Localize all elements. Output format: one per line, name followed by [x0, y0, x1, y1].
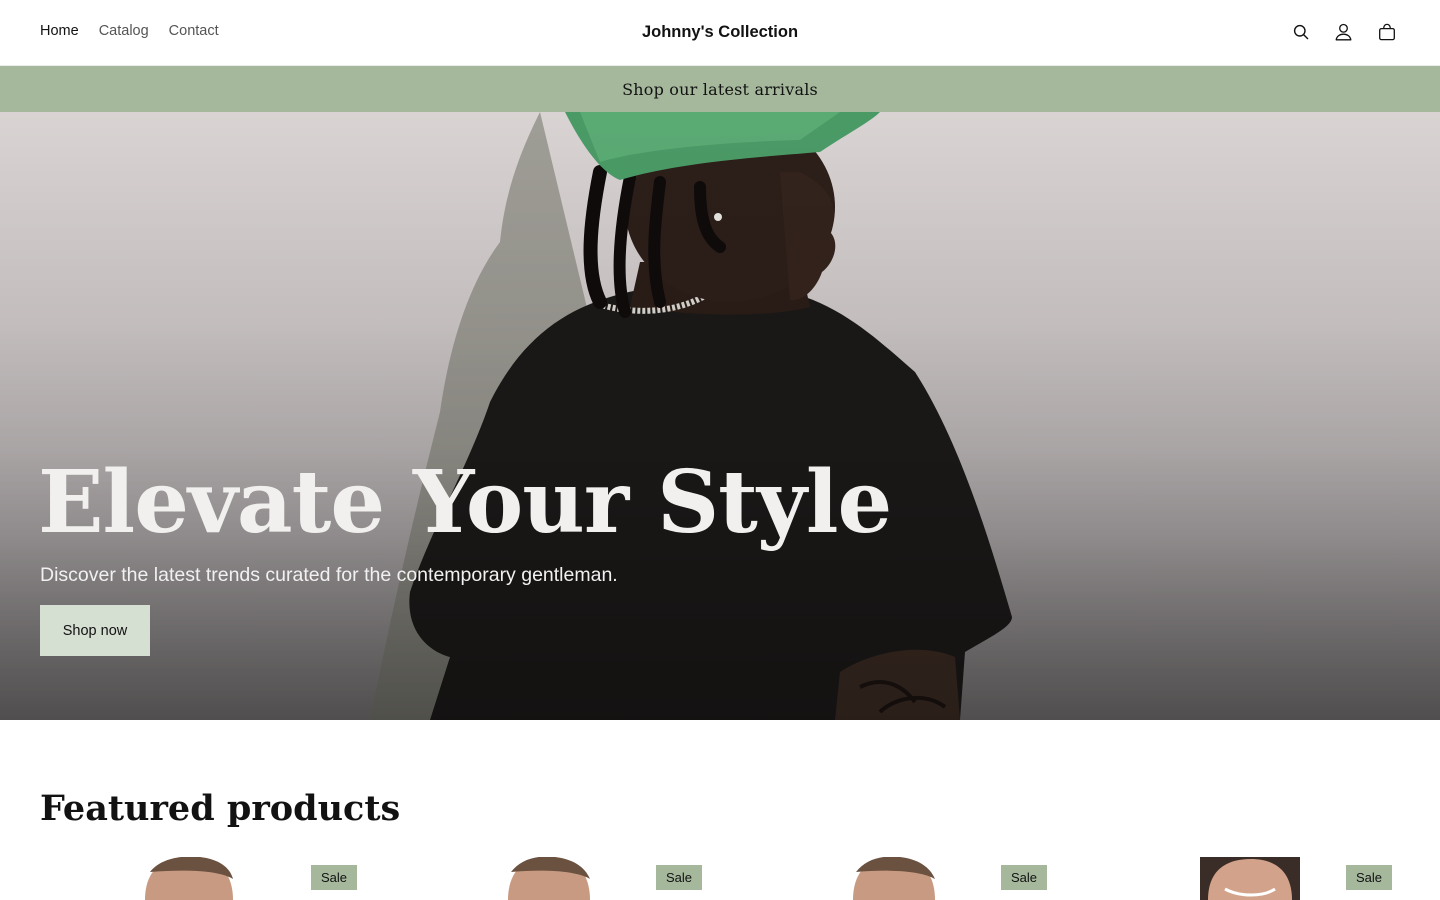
- nav-home-link[interactable]: Home: [40, 23, 79, 39]
- header-icons: [1291, 22, 1396, 42]
- featured-products-heading: Featured products: [40, 788, 401, 829]
- announcement-bar: Shop our latest arrivals: [0, 66, 1440, 112]
- sale-badge: Sale: [310, 865, 357, 890]
- nav-contact-link[interactable]: Contact: [169, 23, 219, 39]
- search-icon[interactable]: [1291, 22, 1310, 42]
- product-grid: Sale Sale Sale Sale: [40, 857, 1400, 900]
- product-card[interactable]: Sale: [40, 857, 365, 900]
- announcement-text[interactable]: Shop our latest arrivals: [622, 80, 818, 99]
- hero-subtitle: Discover the latest trends curated for t…: [40, 564, 618, 586]
- sale-badge: Sale: [1345, 865, 1392, 890]
- product-card[interactable]: Sale: [1075, 857, 1400, 900]
- account-icon[interactable]: [1334, 22, 1353, 42]
- hero-overlay: [0, 112, 1440, 720]
- hero-banner: Elevate Your Style Discover the latest t…: [0, 112, 1440, 720]
- site-header: Home Catalog Contact Johnny's Collection: [0, 0, 1440, 66]
- product-card[interactable]: Sale: [385, 857, 710, 900]
- nav-catalog-link[interactable]: Catalog: [99, 23, 149, 39]
- shop-now-button[interactable]: Shop now: [40, 605, 150, 656]
- main-nav: Home Catalog Contact: [40, 23, 219, 39]
- hero-title: Elevate Your Style: [38, 452, 892, 553]
- cart-icon[interactable]: [1377, 22, 1396, 42]
- sale-badge: Sale: [1000, 865, 1047, 890]
- store-logo-text[interactable]: Johnny's Collection: [642, 23, 798, 41]
- sale-badge: Sale: [655, 865, 702, 890]
- product-card[interactable]: Sale: [730, 857, 1055, 900]
